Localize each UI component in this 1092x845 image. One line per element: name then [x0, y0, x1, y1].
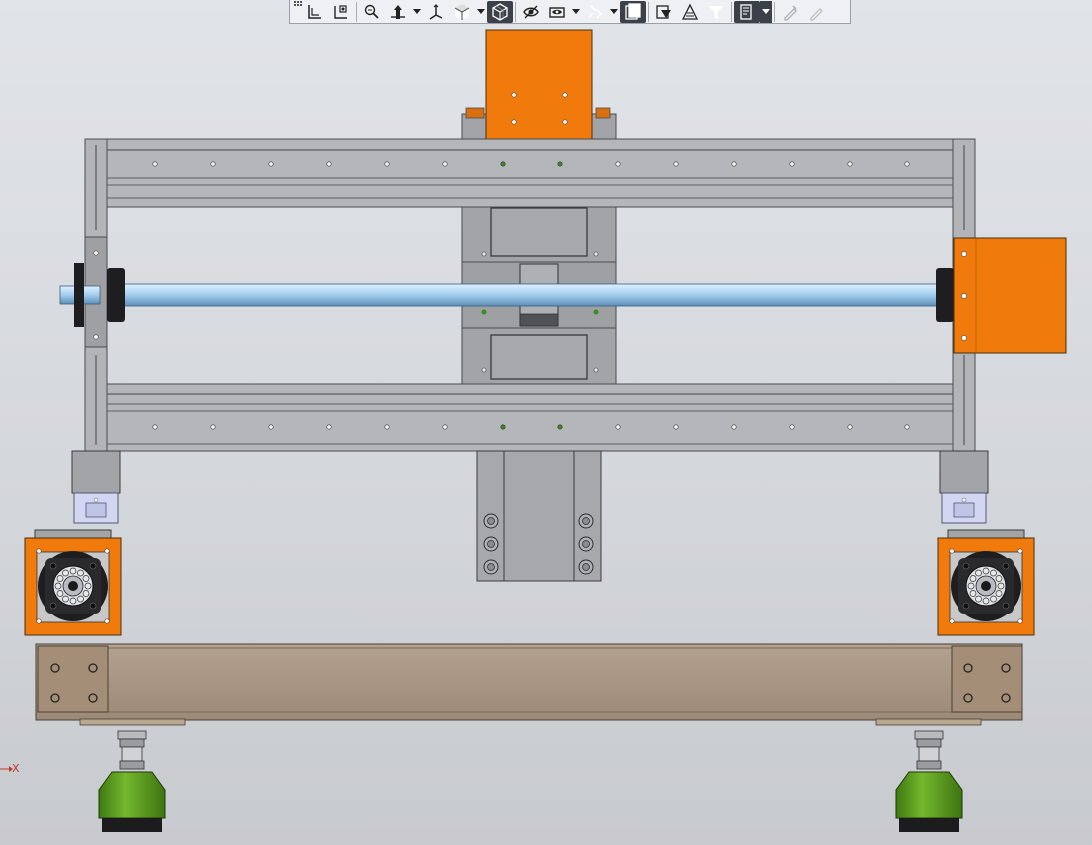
beam-hole	[673, 161, 679, 167]
beam-hole	[557, 161, 563, 167]
bolt-center	[487, 517, 495, 525]
beam-hole	[904, 161, 910, 167]
beam-hole	[442, 424, 448, 430]
beam-hole	[500, 161, 506, 167]
beam-hole	[500, 424, 506, 430]
beam-hole	[847, 161, 853, 167]
leveling-foot-left[interactable]	[98, 730, 166, 832]
bolt-center	[487, 540, 495, 548]
bolt-center	[487, 563, 495, 571]
beam-hole	[326, 424, 332, 430]
y-carriage-right[interactable]	[939, 450, 989, 524]
y-axis-motor-right[interactable]	[937, 529, 1035, 636]
beam-hole	[384, 424, 390, 430]
beam-hole	[673, 424, 679, 430]
leveling-foot-right[interactable]	[895, 730, 963, 832]
beam-hole	[152, 424, 158, 430]
beam-hole	[268, 161, 274, 167]
beam-hole	[731, 161, 737, 167]
gantry-lower-beam[interactable]	[106, 383, 954, 452]
beam-hole	[789, 424, 795, 430]
beam-hole	[268, 424, 274, 430]
y-axis-motor-left[interactable]	[24, 529, 122, 636]
x-axis-stepper-motor[interactable]	[953, 237, 1067, 354]
beam-hole	[557, 424, 563, 430]
bolt-center	[582, 517, 590, 525]
beam-hole	[847, 424, 853, 430]
spindle-motor[interactable]	[485, 29, 593, 141]
beam-hole	[384, 161, 390, 167]
bolt-center	[582, 540, 590, 548]
beam-hole	[326, 161, 332, 167]
beam-hole	[615, 161, 621, 167]
beam-hole	[210, 161, 216, 167]
bolt-center	[582, 563, 590, 571]
beam-hole	[210, 424, 216, 430]
beam-hole	[789, 161, 795, 167]
z-axis-lower-plate[interactable]	[476, 450, 602, 582]
beam-hole	[152, 161, 158, 167]
beam-hole	[731, 424, 737, 430]
triad-x-label: X	[12, 762, 20, 775]
cad-viewport[interactable]	[0, 0, 1092, 845]
y-carriage-left[interactable]	[71, 450, 121, 524]
beam-hole	[442, 161, 448, 167]
machine-base-beam[interactable]	[35, 643, 1023, 726]
beam-hole	[904, 424, 910, 430]
gantry-upper-beam[interactable]	[106, 138, 954, 208]
beam-hole	[615, 424, 621, 430]
